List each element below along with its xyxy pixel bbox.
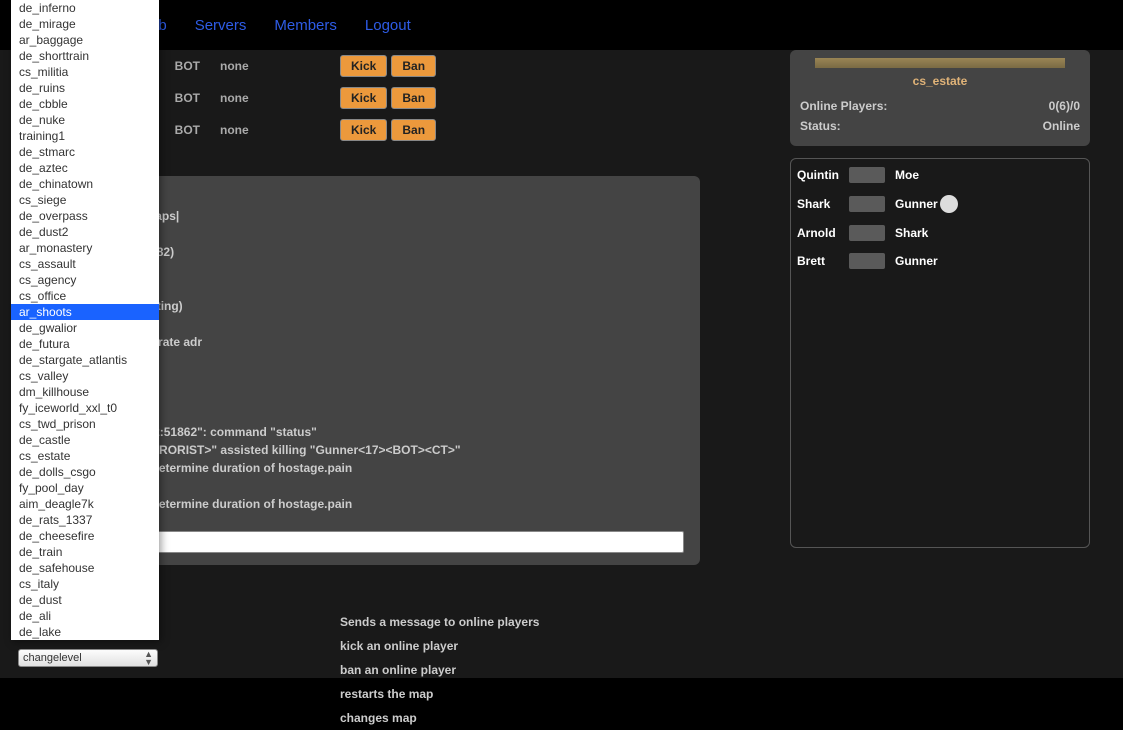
map-option[interactable]: de_overpass bbox=[11, 208, 159, 224]
map-dropdown-list[interactable]: de_infernode_miragear_baggagede_shorttra… bbox=[11, 0, 159, 640]
command-select[interactable]: changelevel ▲▼ bbox=[18, 649, 158, 667]
server-info-card: cs_estate Online Players: 0(6)/0 Status:… bbox=[790, 50, 1090, 146]
stat-row-status: Status: Online bbox=[800, 116, 1080, 136]
stat-label: Online Players: bbox=[800, 99, 887, 113]
stat-label: Status: bbox=[800, 119, 841, 133]
bot-ping: none bbox=[220, 123, 340, 137]
map-option[interactable]: cs_assault bbox=[11, 256, 159, 272]
weapon-icon bbox=[849, 167, 885, 183]
grenade-icon bbox=[940, 195, 958, 213]
map-option[interactable]: de_inferno bbox=[11, 0, 159, 16]
map-option[interactable]: de_cbble bbox=[11, 96, 159, 112]
ban-button[interactable]: Ban bbox=[391, 55, 436, 77]
map-option[interactable]: de_ali bbox=[11, 608, 159, 624]
map-option[interactable]: cs_valley bbox=[11, 368, 159, 384]
command-select-value: changelevel bbox=[23, 652, 82, 664]
kick-button[interactable]: Kick bbox=[340, 119, 387, 141]
cmd-desc: restarts the map bbox=[340, 687, 433, 701]
cmd-desc: changes map bbox=[340, 711, 417, 725]
weapon-icon bbox=[849, 253, 885, 269]
map-option[interactable]: aim_deagle7k bbox=[11, 496, 159, 512]
map-option[interactable]: cs_twd_prison bbox=[11, 416, 159, 432]
map-option[interactable]: de_shorttrain bbox=[11, 48, 159, 64]
map-name: cs_estate bbox=[800, 74, 1080, 88]
map-option[interactable]: de_stmarc bbox=[11, 144, 159, 160]
victim-name: Gunner bbox=[895, 197, 938, 211]
map-option[interactable]: de_stargate_atlantis bbox=[11, 352, 159, 368]
map-option[interactable]: fy_iceworld_xxl_t0 bbox=[11, 400, 159, 416]
nav-link-members[interactable]: Members bbox=[274, 17, 337, 34]
map-option[interactable]: training1 bbox=[11, 128, 159, 144]
map-option[interactable]: de_aztec bbox=[11, 160, 159, 176]
map-option[interactable]: dm_killhouse bbox=[11, 384, 159, 400]
kill-feed: Quintin Moe Shark Gunner Arnold Shark Br… bbox=[790, 158, 1090, 548]
killer-name: Shark bbox=[797, 197, 845, 211]
weapon-icon bbox=[849, 225, 885, 241]
cmd-desc: Sends a message to online players bbox=[340, 615, 539, 629]
map-option[interactable]: de_castle bbox=[11, 432, 159, 448]
map-option[interactable]: de_lake bbox=[11, 624, 159, 640]
map-option[interactable]: de_mirage bbox=[11, 16, 159, 32]
cmd-row-changemap: changes map bbox=[20, 706, 710, 730]
map-option[interactable]: de_safehouse bbox=[11, 560, 159, 576]
kill-feed-row: Arnold Shark bbox=[797, 225, 1083, 241]
map-option[interactable]: de_dust2 bbox=[11, 224, 159, 240]
kill-feed-row: Brett Gunner bbox=[797, 253, 1083, 269]
map-option[interactable]: cs_siege bbox=[11, 192, 159, 208]
select-arrows-icon: ▲▼ bbox=[144, 650, 153, 666]
map-option[interactable]: fy_pool_day bbox=[11, 480, 159, 496]
map-option[interactable]: de_ruins bbox=[11, 80, 159, 96]
right-column: cs_estate Online Players: 0(6)/0 Status:… bbox=[790, 50, 1090, 548]
map-option[interactable]: ar_shoots bbox=[11, 304, 159, 320]
map-option[interactable]: de_train bbox=[11, 544, 159, 560]
bot-ping: none bbox=[220, 59, 340, 73]
kill-feed-row: Quintin Moe bbox=[797, 167, 1083, 183]
nav-link-logout[interactable]: Logout bbox=[365, 17, 411, 34]
stat-row-players: Online Players: 0(6)/0 bbox=[800, 96, 1080, 116]
kick-button[interactable]: Kick bbox=[340, 87, 387, 109]
ban-button[interactable]: Ban bbox=[391, 119, 436, 141]
map-option[interactable]: de_dolls_csgo bbox=[11, 464, 159, 480]
kill-feed-row: Shark Gunner bbox=[797, 195, 1083, 213]
map-option[interactable]: ar_baggage bbox=[11, 32, 159, 48]
main-area: BOT none Kick Ban BOT none Kick Ban BOT … bbox=[0, 50, 1123, 678]
cmd-desc: ban an online player bbox=[340, 663, 456, 677]
nav-link-servers[interactable]: Servers bbox=[195, 17, 247, 34]
map-option[interactable]: cs_militia bbox=[11, 64, 159, 80]
ban-button[interactable]: Ban bbox=[391, 87, 436, 109]
victim-name: Gunner bbox=[895, 254, 938, 268]
cmd-row-restart: restarts the map bbox=[20, 682, 710, 706]
cmd-desc: kick an online player bbox=[340, 639, 458, 653]
map-option[interactable]: de_nuke bbox=[11, 112, 159, 128]
map-option[interactable]: cs_italy bbox=[11, 576, 159, 592]
map-option[interactable]: de_futura bbox=[11, 336, 159, 352]
victim-name: Shark bbox=[895, 226, 928, 240]
bot-ping: none bbox=[220, 91, 340, 105]
killer-name: Arnold bbox=[797, 226, 845, 240]
map-option[interactable]: cs_agency bbox=[11, 272, 159, 288]
map-option[interactable]: de_dust bbox=[11, 592, 159, 608]
killer-name: Brett bbox=[797, 254, 845, 268]
map-option[interactable]: de_chinatown bbox=[11, 176, 159, 192]
map-option[interactable]: ar_monastery bbox=[11, 240, 159, 256]
kick-button[interactable]: Kick bbox=[340, 55, 387, 77]
map-thumbnail bbox=[815, 58, 1065, 68]
stat-value: Online bbox=[1043, 119, 1080, 133]
map-option[interactable]: de_cheesefire bbox=[11, 528, 159, 544]
weapon-icon bbox=[849, 196, 885, 212]
top-nav: eb Servers Members Logout bbox=[0, 0, 1123, 50]
victim-name: Moe bbox=[895, 168, 919, 182]
map-option[interactable]: cs_office bbox=[11, 288, 159, 304]
map-option[interactable]: de_rats_1337 bbox=[11, 512, 159, 528]
stat-value: 0(6)/0 bbox=[1049, 99, 1080, 113]
killer-name: Quintin bbox=[797, 168, 845, 182]
map-option[interactable]: cs_estate bbox=[11, 448, 159, 464]
map-option[interactable]: de_gwalior bbox=[11, 320, 159, 336]
